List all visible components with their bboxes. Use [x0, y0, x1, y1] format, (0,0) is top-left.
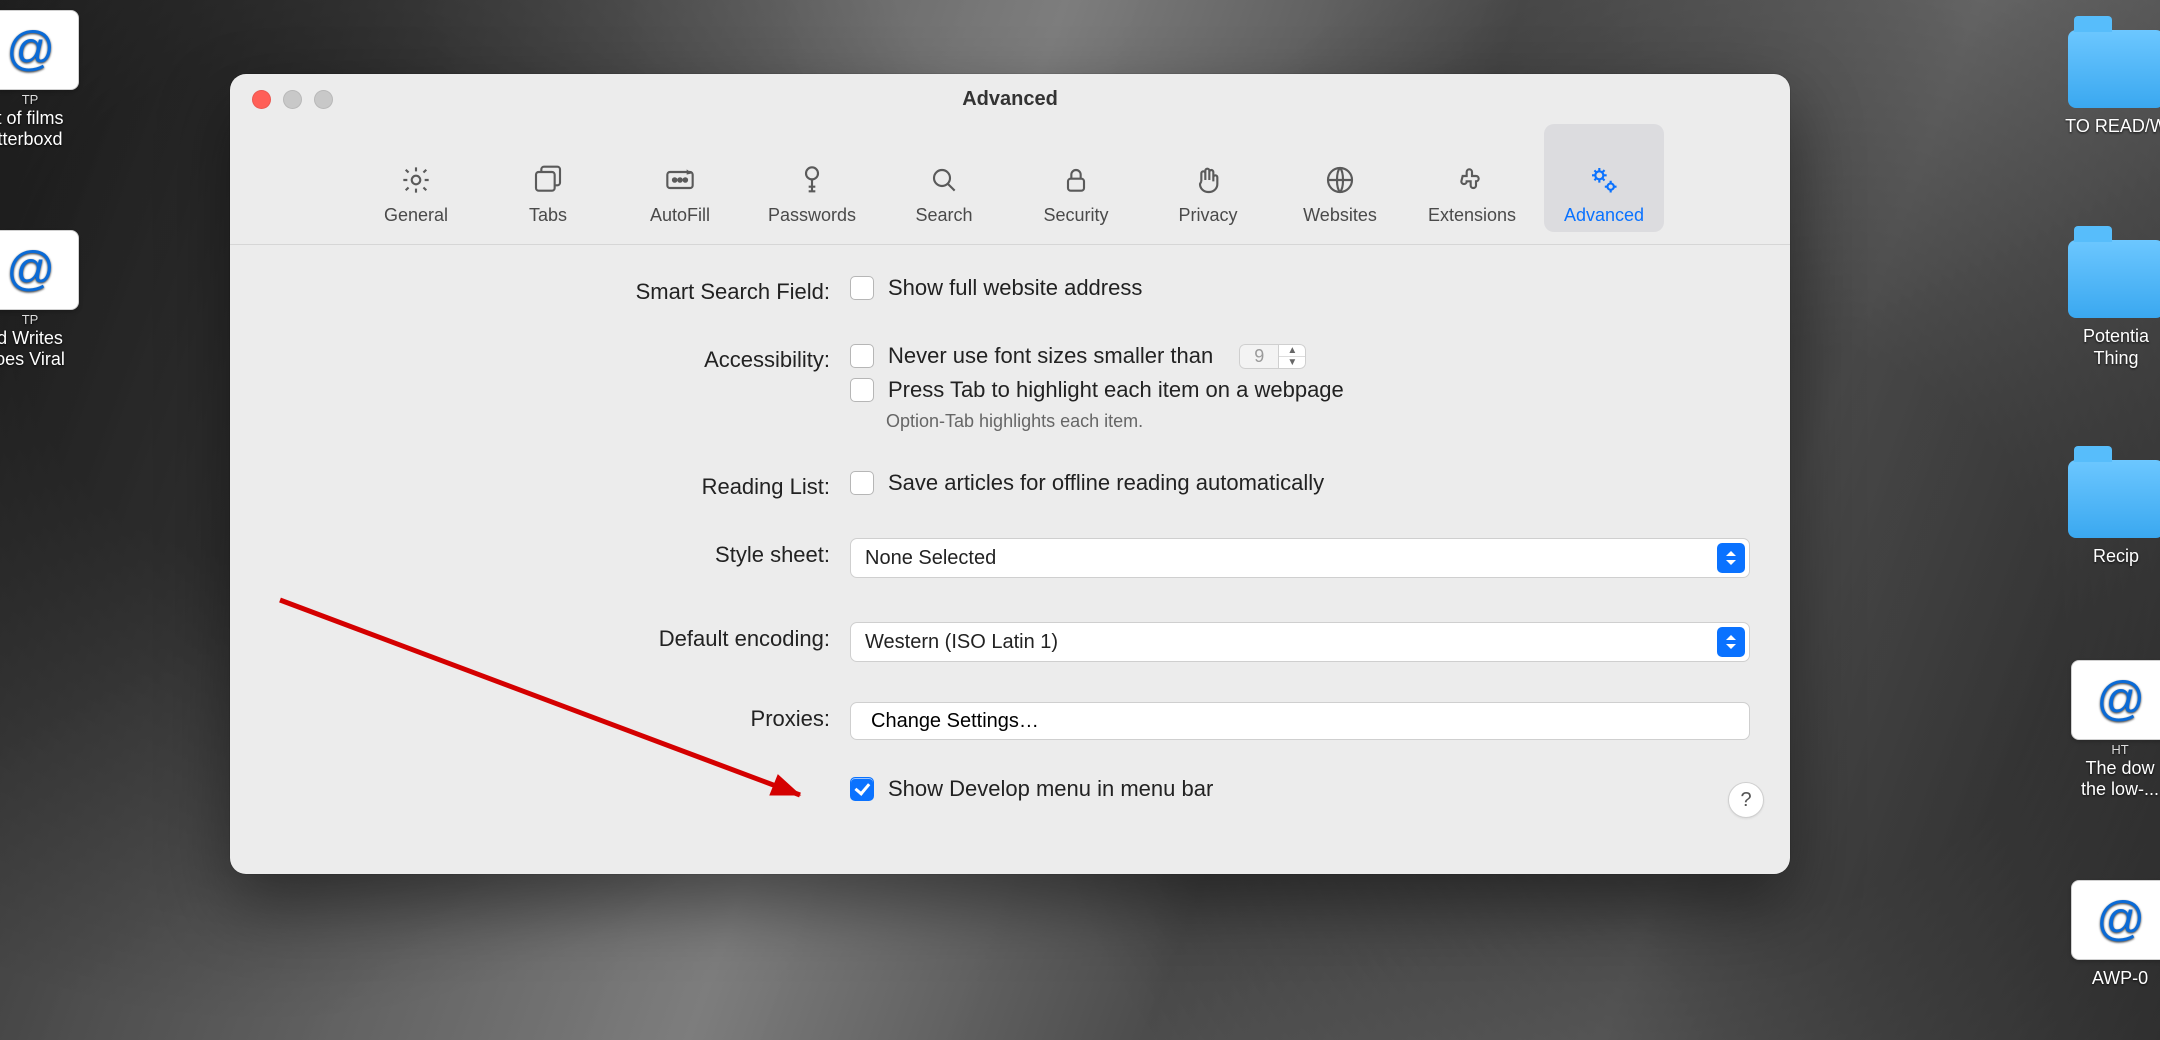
proxies-label: Proxies:	[270, 702, 830, 732]
tab-label: Advanced	[1564, 205, 1644, 226]
preferences-toolbar: General Tabs AutoFill Passwords Search	[230, 124, 1790, 245]
key-icon	[795, 163, 829, 197]
gear-icon	[399, 163, 433, 197]
at-icon: @	[2071, 880, 2160, 960]
chevron-updown-icon	[1717, 627, 1745, 657]
desktop-folder[interactable]: Potentia Thing	[2046, 240, 2160, 369]
change-proxy-settings-button[interactable]: Change Settings…	[850, 702, 1750, 740]
folder-icon	[2068, 240, 2160, 318]
desktop-label: the low-...	[2050, 779, 2160, 801]
tab-websites[interactable]: Websites	[1280, 124, 1400, 232]
tab-advanced[interactable]: Advanced	[1544, 124, 1664, 232]
desktop-label: Thing	[2046, 348, 2160, 370]
tab-search[interactable]: Search	[884, 124, 1004, 232]
min-font-size-stepper[interactable]: 9 ▲▼	[1239, 344, 1306, 369]
popup-value: None Selected	[865, 547, 996, 570]
desktop-label: AWP-0	[2050, 968, 2160, 990]
checkbox-icon	[850, 777, 874, 801]
checkbox-icon	[850, 276, 874, 300]
save-offline-checkbox[interactable]: Save articles for offline reading automa…	[850, 470, 1750, 496]
at-icon: @	[0, 10, 79, 90]
safari-preferences-window: Advanced General Tabs AutoFill Password	[230, 74, 1790, 874]
desktop-folder[interactable]: Recip	[2046, 460, 2160, 568]
desktop-webloc[interactable]: @ TP t of films tterboxd	[0, 10, 100, 151]
stepper-value: 9	[1239, 344, 1279, 369]
checkbox-label: Show Develop menu in menu bar	[888, 776, 1213, 802]
gears-icon	[1587, 163, 1621, 197]
desktop-label: t of films	[0, 108, 100, 130]
reading-list-label: Reading List:	[270, 470, 830, 500]
press-tab-checkbox[interactable]: Press Tab to highlight each item on a we…	[850, 377, 1750, 403]
globe-icon	[1323, 163, 1357, 197]
preferences-body: Smart Search Field: Show full website ad…	[230, 245, 1790, 842]
tab-label: AutoFill	[650, 205, 710, 226]
tab-label: General	[384, 205, 448, 226]
develop-spacer	[270, 776, 830, 780]
stepper-arrows[interactable]: ▲▼	[1279, 344, 1306, 369]
desktop-webloc[interactable]: @ AWP-0	[2050, 880, 2160, 990]
checkbox-icon	[850, 378, 874, 402]
desktop-label: Recip	[2046, 546, 2160, 568]
lock-icon	[1059, 163, 1093, 197]
show-develop-menu-checkbox[interactable]: Show Develop menu in menu bar	[850, 776, 1750, 802]
help-label: ?	[1740, 789, 1751, 812]
tabs-icon	[531, 163, 565, 197]
file-ext: TP	[0, 312, 100, 328]
tab-label: Websites	[1303, 205, 1377, 226]
style-sheet-label: Style sheet:	[270, 538, 830, 568]
tab-general[interactable]: General	[356, 124, 476, 232]
checkbox-label: Show full website address	[888, 275, 1142, 301]
desktop-webloc[interactable]: @ HT The dow the low-...	[2050, 660, 2160, 801]
puzzle-icon	[1455, 163, 1489, 197]
help-button[interactable]: ?	[1728, 782, 1764, 818]
tab-label: Extensions	[1428, 205, 1516, 226]
accessibility-note: Option-Tab highlights each item.	[850, 411, 1750, 432]
file-ext: HT	[2050, 742, 2160, 758]
tab-tabs[interactable]: Tabs	[488, 124, 608, 232]
tab-autofill[interactable]: AutoFill	[620, 124, 740, 232]
default-encoding-label: Default encoding:	[270, 622, 830, 652]
tab-label: Privacy	[1178, 205, 1237, 226]
style-sheet-popup[interactable]: None Selected	[850, 538, 1750, 578]
smart-search-label: Smart Search Field:	[270, 275, 830, 305]
button-label: Change Settings…	[871, 710, 1039, 733]
desktop-folder[interactable]: TO READ/W	[2046, 30, 2160, 138]
checkbox-icon	[850, 471, 874, 495]
tab-privacy[interactable]: Privacy	[1148, 124, 1268, 232]
autofill-icon	[663, 163, 697, 197]
tab-security[interactable]: Security	[1016, 124, 1136, 232]
desktop-label: oes Viral	[0, 349, 100, 371]
checkbox-label: Never use font sizes smaller than	[888, 343, 1213, 369]
accessibility-label: Accessibility:	[270, 343, 830, 373]
file-ext: TP	[0, 92, 100, 108]
desktop-label: d Writes	[0, 328, 100, 350]
window-titlebar[interactable]: Advanced	[230, 74, 1790, 124]
folder-icon	[2068, 30, 2160, 108]
at-icon: @	[2071, 660, 2160, 740]
desktop-webloc[interactable]: @ TP d Writes oes Viral	[0, 230, 100, 371]
min-font-size-checkbox[interactable]: Never use font sizes smaller than	[850, 343, 1213, 369]
tab-extensions[interactable]: Extensions	[1412, 124, 1532, 232]
window-title: Advanced	[230, 88, 1790, 111]
show-full-address-checkbox[interactable]: Show full website address	[850, 275, 1750, 301]
folder-icon	[2068, 460, 2160, 538]
checkbox-label: Press Tab to highlight each item on a we…	[888, 377, 1344, 403]
tab-label: Tabs	[529, 205, 567, 226]
checkbox-icon	[850, 344, 874, 368]
desktop-label: tterboxd	[0, 129, 100, 151]
popup-value: Western (ISO Latin 1)	[865, 631, 1058, 654]
at-icon: @	[0, 230, 79, 310]
default-encoding-popup[interactable]: Western (ISO Latin 1)	[850, 622, 1750, 662]
desktop-label: The dow	[2050, 758, 2160, 780]
search-icon	[927, 163, 961, 197]
chevron-updown-icon	[1717, 543, 1745, 573]
tab-label: Passwords	[768, 205, 856, 226]
hand-icon	[1191, 163, 1225, 197]
tab-label: Security	[1043, 205, 1108, 226]
tab-label: Search	[915, 205, 972, 226]
desktop-label: Potentia	[2046, 326, 2160, 348]
desktop-label: TO READ/W	[2046, 116, 2160, 138]
checkbox-label: Save articles for offline reading automa…	[888, 470, 1324, 496]
tab-passwords[interactable]: Passwords	[752, 124, 872, 232]
